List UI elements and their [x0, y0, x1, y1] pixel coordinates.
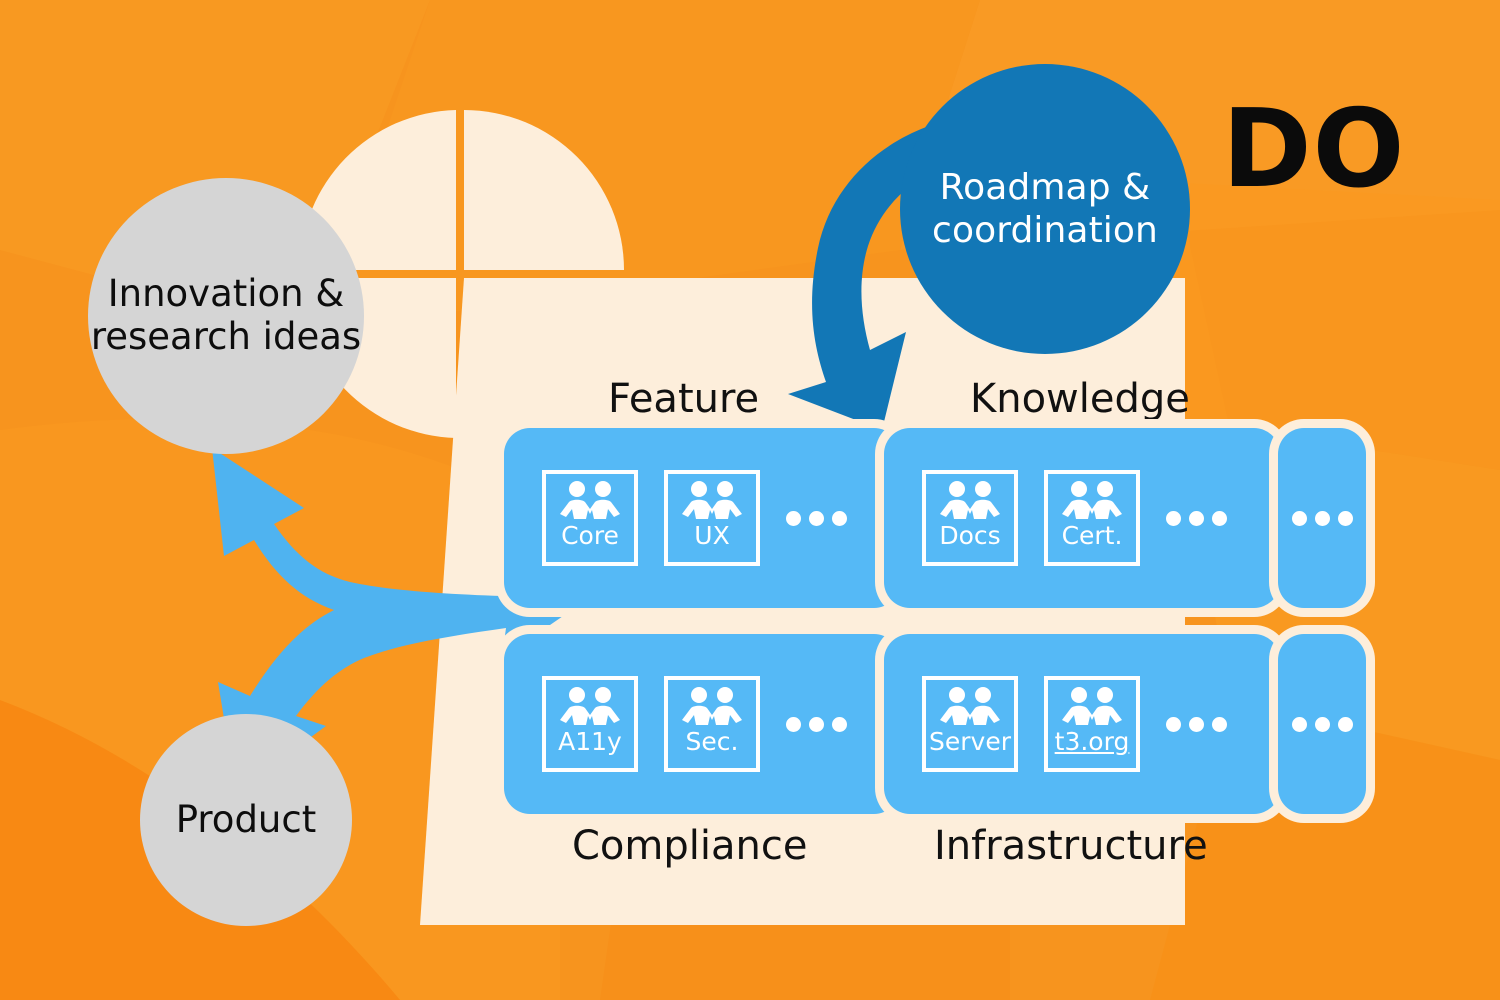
- team-tile[interactable]: Cert.: [1044, 470, 1140, 566]
- team-name: Core: [561, 521, 619, 550]
- circle-product: Product: [140, 714, 352, 926]
- two-people-icon: [1062, 687, 1122, 725]
- two-people-icon: [560, 481, 620, 519]
- team-name: UX: [694, 521, 730, 550]
- ellipsis-icon[interactable]: [1166, 716, 1227, 732]
- team-tile[interactable]: t3.org: [1044, 676, 1140, 772]
- team-name-link[interactable]: t3.org: [1055, 729, 1130, 754]
- ellipsis-icon[interactable]: [1166, 510, 1227, 526]
- team-tile[interactable]: Core: [542, 470, 638, 566]
- brand-wordmark: DO: [1222, 87, 1406, 212]
- group-box-more-top[interactable]: [1278, 428, 1366, 608]
- circle-innovation-research: Innovation & research ideas: [88, 178, 364, 454]
- team-name: Sec.: [685, 727, 739, 756]
- two-people-icon: [682, 687, 742, 725]
- two-people-icon: [940, 481, 1000, 519]
- two-people-icon: [1062, 481, 1122, 519]
- group-label-knowledge: Knowledge: [970, 376, 1190, 422]
- team-tile[interactable]: Docs: [922, 470, 1018, 566]
- team-name: Cert.: [1061, 521, 1123, 550]
- team-name: Docs: [939, 521, 1001, 550]
- two-people-icon: [560, 687, 620, 725]
- ellipsis-icon[interactable]: [786, 510, 847, 526]
- diagram-canvas: Innovation & research ideas Product Road…: [0, 0, 1500, 1000]
- group-label-infrastructure: Infrastructure: [934, 823, 1208, 869]
- team-tile[interactable]: Server: [922, 676, 1018, 772]
- group-box-compliance[interactable]: A11y Sec.: [504, 634, 900, 814]
- group-label-feature: Feature: [608, 376, 760, 422]
- group-box-infrastructure[interactable]: Server t3.org: [884, 634, 1280, 814]
- two-people-icon: [940, 687, 1000, 725]
- circle-roadmap-coordination: Roadmap & coordination: [900, 64, 1190, 354]
- team-name: Server: [929, 727, 1011, 756]
- ellipsis-icon[interactable]: [786, 716, 847, 732]
- team-tile[interactable]: A11y: [542, 676, 638, 772]
- ellipsis-icon[interactable]: [1291, 510, 1353, 526]
- team-name: A11y: [558, 727, 622, 756]
- two-people-icon: [682, 481, 742, 519]
- group-label-compliance: Compliance: [572, 823, 808, 869]
- ellipsis-icon[interactable]: [1291, 716, 1353, 732]
- team-tile[interactable]: UX: [664, 470, 760, 566]
- team-tile[interactable]: Sec.: [664, 676, 760, 772]
- group-box-feature[interactable]: Core UX: [504, 428, 900, 608]
- group-box-knowledge[interactable]: Docs Cert.: [884, 428, 1280, 608]
- group-box-more-bottom[interactable]: [1278, 634, 1366, 814]
